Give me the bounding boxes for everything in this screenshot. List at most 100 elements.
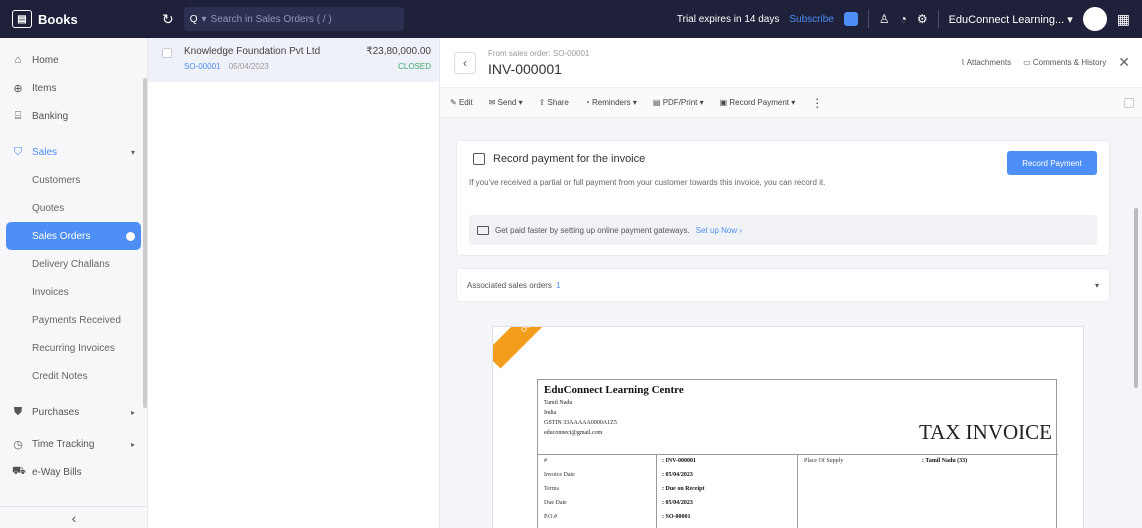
close-icon[interactable]: ✕ <box>1118 54 1130 71</box>
brand[interactable]: ▤ Books <box>0 10 150 28</box>
field-value: : 05/04/2023 <box>662 472 693 478</box>
sidebar-item-label: Sales <box>32 146 58 158</box>
bell-icon: ◔ <box>584 98 590 107</box>
comment-icon: ▭ <box>1023 58 1031 67</box>
order-number: SO-00001 <box>184 62 221 71</box>
share-button[interactable]: ⇪ Share <box>539 98 569 107</box>
sidebar-item-customers[interactable]: Customers <box>0 166 147 194</box>
sidebar-item-eway-bills[interactable]: ⛟ e-Way Bills <box>0 458 147 486</box>
sidebar-item-label: Sales Orders <box>32 230 91 242</box>
place-of-supply-value: : Tamil Nadu (33) <box>922 458 968 464</box>
chevron-right-icon: ▸ <box>130 439 135 449</box>
field-label: Invoice Date <box>544 472 575 478</box>
clock-icon: ◷ <box>13 438 23 451</box>
org-name: EduConnect Learning... <box>948 13 1065 26</box>
org-address-line: India <box>544 410 557 416</box>
share-label: Share <box>547 98 569 107</box>
associated-sales-orders[interactable]: Associated sales orders 1 ▾ <box>456 268 1110 302</box>
layout-toggle-icon[interactable] <box>1124 97 1134 108</box>
pdf-print-button[interactable]: ▤ PDF/Print ▾ <box>653 98 704 107</box>
sidebar-item-label: Time Tracking <box>32 438 95 450</box>
more-icon[interactable]: ⋮ <box>811 96 823 110</box>
sidebar-item-label: Purchases <box>32 406 80 418</box>
search-placeholder: Search in Sales Orders ( / ) <box>210 13 332 25</box>
avatar[interactable] <box>1082 7 1107 31</box>
pencil-icon: ✎ <box>450 98 457 107</box>
field-value: : 05/04/2023 <box>662 500 693 506</box>
sidebar-item-time-tracking[interactable]: ◷ Time Tracking ▸ <box>0 430 147 458</box>
users-icon[interactable]: ♙ <box>879 12 890 26</box>
back-button[interactable]: ‹ <box>454 51 476 74</box>
divider <box>867 10 869 28</box>
setup-now-link[interactable]: Set up Now › <box>696 226 742 235</box>
sidebar-item-invoices[interactable]: Invoices <box>0 278 147 306</box>
sidebar-item-quotes[interactable]: Quotes <box>0 194 147 222</box>
sidebar-item-delivery-challans[interactable]: Delivery Challans <box>0 250 147 278</box>
sidebar-item-payments-received[interactable]: Payments Received <box>0 306 147 334</box>
associated-count: 1 <box>555 280 561 290</box>
sidebar: ⌂ Home ⊕ Items ⌸ Banking ⛉ Sales ▾ Custo… <box>0 38 148 528</box>
top-bar: ▤ Books ↻ Q ▾ Search in Sales Orders ( /… <box>0 0 1142 38</box>
cart-icon: ⛉ <box>13 145 23 158</box>
row-checkbox[interactable] <box>162 48 172 58</box>
payment-icon: ▣ <box>719 98 728 107</box>
detail-content: Record payment for the invoice If you've… <box>440 118 1142 528</box>
refresh-icon[interactable]: ↻ <box>162 11 174 28</box>
truck-icon: ⛟ <box>12 465 26 477</box>
pdf-icon: ▤ <box>652 98 661 107</box>
payment-icon <box>473 153 485 165</box>
place-of-supply-label: Place Of Supply <box>804 458 844 464</box>
reminders-button[interactable]: ◔ Reminders ▾ <box>585 98 637 107</box>
field-label: # <box>544 458 547 464</box>
status-badge: CLOSED <box>398 62 431 71</box>
field-value: : Due on Receipt <box>662 486 705 492</box>
field-label: Due Date <box>544 500 567 506</box>
record-payment-menu[interactable]: ▣ Record Payment ▾ <box>720 98 796 107</box>
divider <box>937 10 939 28</box>
sidebar-item-purchases[interactable]: ⛊ Purchases ▸ <box>0 398 147 426</box>
list-item[interactable]: Knowledge Foundation Pvt Ltd SO-00001 05… <box>148 38 439 82</box>
gift-icon[interactable] <box>843 12 858 26</box>
share-icon: ⇪ <box>538 98 546 107</box>
gateway-banner: Get paid faster by setting up online pay… <box>469 215 1097 245</box>
bell-icon[interactable]: ◔ <box>900 12 907 26</box>
subscribe-link[interactable]: Subscribe <box>789 14 833 25</box>
sidebar-scrollbar[interactable] <box>143 78 147 408</box>
divider <box>797 454 798 528</box>
paperclip-icon: ⌇ <box>960 58 965 67</box>
chevron-down-icon: ▾ <box>201 13 207 25</box>
collapse-sidebar-button[interactable]: ‹ <box>0 506 148 528</box>
detail-scrollbar[interactable] <box>1134 208 1138 388</box>
sidebar-item-label: Invoices <box>32 286 69 298</box>
sidebar-item-home[interactable]: ⌂ Home <box>0 46 147 74</box>
search-input[interactable]: Q ▾ Search in Sales Orders ( / ) <box>183 7 404 31</box>
field-value: : INV-000001 <box>662 458 697 464</box>
items-icon: ⊕ <box>13 82 23 95</box>
card-title: Record payment for the invoice <box>493 153 646 165</box>
app-grid-icon[interactable]: ▦ <box>1117 11 1130 28</box>
status-ribbon: Overdue <box>493 327 579 369</box>
attachments-button[interactable]: ⌇ Attachments <box>961 58 1011 67</box>
comments-button[interactable]: ▭ Comments & History <box>1023 58 1106 67</box>
toolbar: ✎ Edit ✉ Send ▾ ⇪ Share ◔ Reminders ▾ ▤ … <box>440 88 1142 118</box>
mail-icon: ✉ <box>488 98 496 107</box>
sidebar-item-credit-notes[interactable]: Credit Notes <box>0 362 147 390</box>
sidebar-item-label: Credit Notes <box>32 370 88 382</box>
add-icon[interactable] <box>126 231 135 241</box>
send-button[interactable]: ✉ Send ▾ <box>489 98 523 107</box>
books-logo-icon: ▤ <box>12 10 32 28</box>
sidebar-item-sales[interactable]: ⛉ Sales ▾ <box>0 138 147 166</box>
sidebar-item-banking[interactable]: ⌸ Banking <box>0 102 147 130</box>
sidebar-item-items[interactable]: ⊕ Items <box>0 74 147 102</box>
card-description: If you've received a partial or full pay… <box>469 178 826 187</box>
org-switcher[interactable]: EduConnect Learning... ▾ <box>949 13 1073 26</box>
sidebar-item-label: Quotes <box>32 202 65 214</box>
edit-button[interactable]: ✎ Edit <box>450 98 473 107</box>
chevron-left-icon: ‹ <box>71 509 77 526</box>
sidebar-item-recurring-invoices[interactable]: Recurring Invoices <box>0 334 147 362</box>
record-payment-button[interactable]: Record Payment <box>1007 151 1097 175</box>
gear-icon[interactable]: ⚙ <box>917 12 928 26</box>
invoice-preview: Overdue EduConnect Learning Centre Tamil… <box>492 326 1084 528</box>
sidebar-item-sales-orders[interactable]: Sales Orders <box>6 222 141 250</box>
search-scope-dropdown[interactable]: Q <box>190 14 198 25</box>
